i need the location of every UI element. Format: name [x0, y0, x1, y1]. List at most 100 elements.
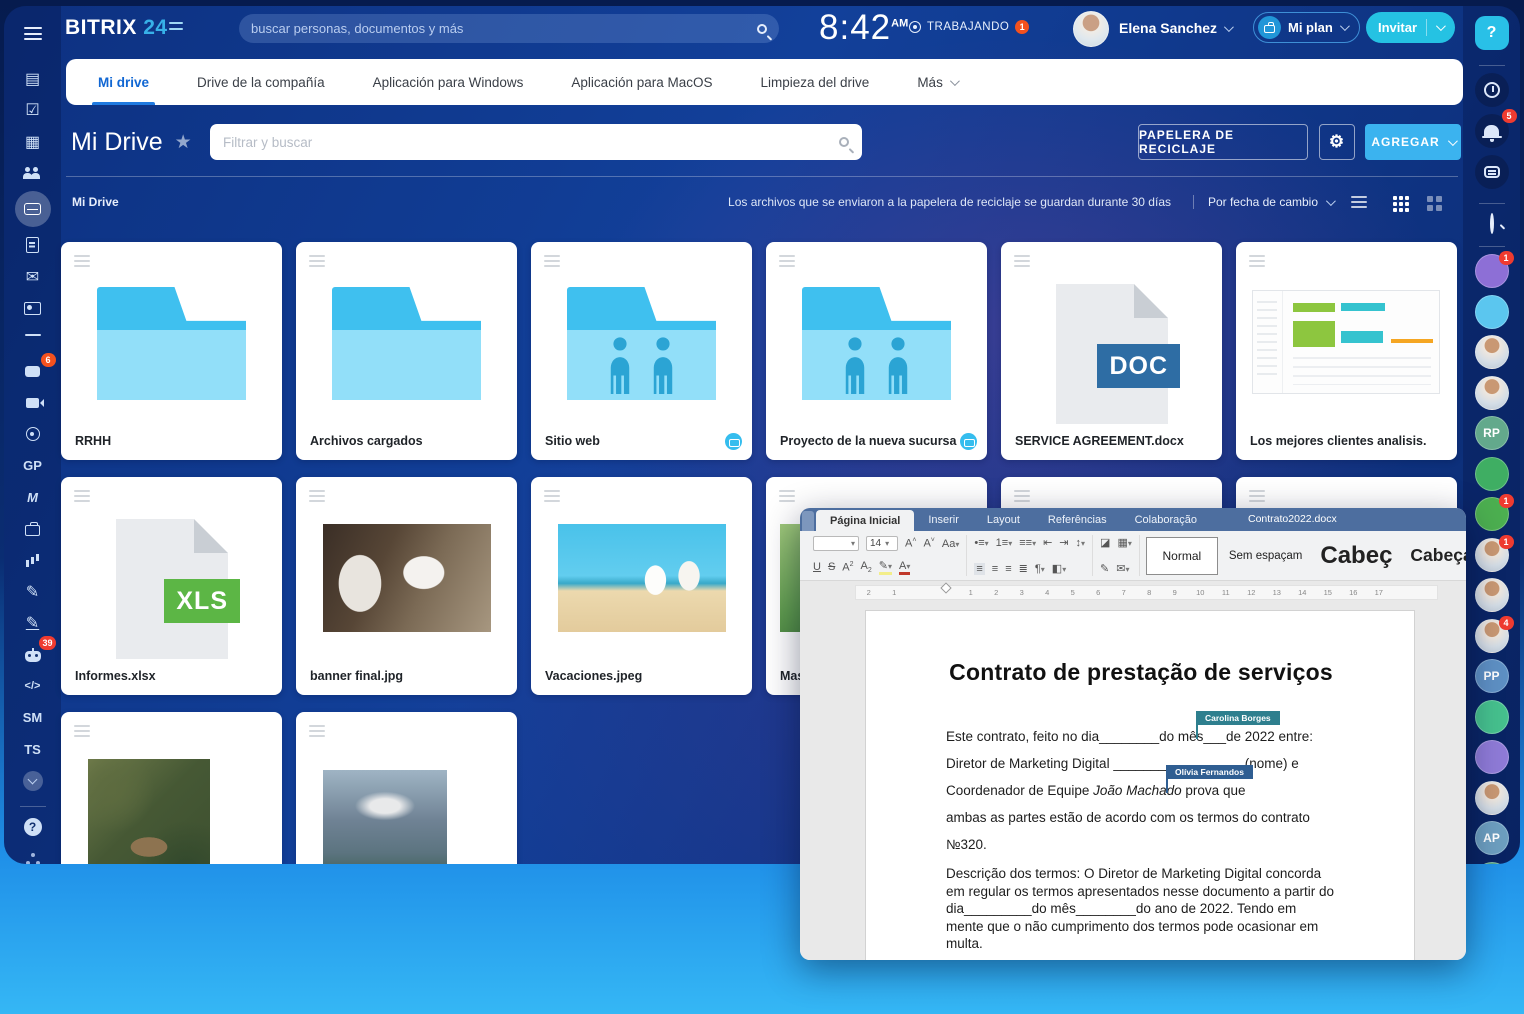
tile-menu-icon[interactable] — [779, 255, 795, 270]
tile-menu-icon[interactable] — [779, 490, 795, 505]
grid-view-icon[interactable] — [1393, 196, 1397, 200]
file-tile[interactable] — [61, 712, 282, 864]
sidebar-item-documents[interactable] — [18, 232, 48, 259]
shading-icon[interactable]: ◧▾ — [1052, 562, 1066, 575]
multilevel-list-icon[interactable]: ≡≡▾ — [1019, 537, 1036, 549]
settings-button[interactable]: ⚙ — [1319, 124, 1355, 160]
sidebar-item-ai[interactable]: 39 — [18, 641, 48, 668]
editor-tab[interactable]: Referências — [1034, 508, 1121, 531]
chat-avatar[interactable] — [1475, 578, 1509, 612]
indent-icon[interactable]: ⇥ — [1059, 536, 1068, 549]
sidebar-item-forms[interactable]: ✎ — [18, 578, 48, 605]
help-button[interactable]: ? — [1475, 16, 1509, 50]
tile-menu-icon[interactable] — [544, 490, 560, 505]
tile-menu-icon[interactable] — [309, 725, 325, 740]
chat-avatar[interactable] — [1475, 295, 1509, 329]
clock[interactable]: 8:42AM — [819, 8, 908, 48]
align-left-icon[interactable]: ≡ — [974, 563, 984, 575]
invite-button[interactable]: Invitar — [1366, 12, 1455, 43]
user-avatar[interactable] — [1073, 11, 1109, 47]
chat-avatar[interactable]: RP — [1475, 416, 1509, 450]
format-painter-icon[interactable]: ✎ — [1100, 562, 1109, 575]
chat-avatar[interactable]: DS — [1475, 862, 1509, 865]
work-status[interactable]: TRABAJANDO 1 — [909, 20, 1029, 34]
editor-tab[interactable]: Layout — [973, 508, 1034, 531]
clear-format-icon[interactable]: ◪ — [1100, 536, 1110, 549]
file-tile[interactable]: banner final.jpg — [296, 477, 517, 695]
indent-marker[interactable] — [940, 582, 951, 593]
tile-menu-icon[interactable] — [1249, 490, 1265, 505]
change-case-icon[interactable]: Aa▾ — [942, 538, 959, 550]
notifications-button[interactable]: 5 — [1475, 114, 1509, 148]
style-preview[interactable]: Cabeç — [1313, 537, 1399, 575]
sidebar-item-gp[interactable]: GP — [18, 452, 48, 479]
messenger-panel-button[interactable] — [1475, 155, 1509, 189]
sidebar-item-marketing[interactable] — [18, 421, 48, 448]
chat-avatar[interactable] — [1475, 376, 1509, 410]
font-color-icon[interactable]: A▾ — [899, 560, 910, 575]
sidebar-item-messenger[interactable]: 6 — [18, 358, 48, 385]
sidebar-item-sign[interactable]: ✎ — [18, 610, 48, 637]
tile-menu-icon[interactable] — [309, 490, 325, 505]
chat-avatar[interactable]: 1 — [1475, 538, 1509, 572]
recycle-bin-button[interactable]: PAPELERA DE RECICLAJE — [1138, 124, 1308, 160]
sidebar-item-sales-funnel[interactable] — [18, 326, 48, 353]
sort-dropdown[interactable]: Por fecha de cambio — [1193, 195, 1333, 209]
chat-avatar[interactable]: 1 — [1475, 497, 1509, 531]
file-tile[interactable]: Archivos cargados — [296, 242, 517, 460]
tile-view-icon[interactable] — [1427, 196, 1433, 202]
main-menu-button[interactable] — [18, 20, 48, 47]
underline-icon[interactable]: U — [813, 561, 821, 573]
outdent-icon[interactable]: ⇤ — [1043, 536, 1052, 549]
editor-tab[interactable]: Inserir — [914, 508, 973, 531]
drive-tab[interactable]: Aplicación para MacOS — [547, 59, 736, 105]
sidebar-item-sm[interactable]: SM — [18, 704, 48, 731]
sidebar-item-mail[interactable]: ✉ — [18, 263, 48, 290]
chat-avatar[interactable] — [1475, 457, 1509, 491]
user-menu[interactable]: Elena Sanchez — [1119, 20, 1231, 36]
filter-input[interactable] — [223, 135, 839, 150]
sidebar-item-analytics[interactable] — [18, 547, 48, 574]
file-tile[interactable]: XLS Informes.xlsx — [61, 477, 282, 695]
shrink-font-icon[interactable]: A˅ — [923, 537, 934, 550]
sidebar-more-button[interactable] — [18, 767, 48, 794]
font-size-select[interactable]: 14▾ — [866, 536, 898, 551]
sidebar-help-button[interactable]: ? — [18, 814, 48, 841]
drive-tab[interactable]: Aplicación para Windows — [349, 59, 548, 105]
drive-tab[interactable]: Más — [893, 59, 981, 105]
file-tile[interactable]: Sitio web — [531, 242, 752, 460]
chat-avatar[interactable] — [1475, 335, 1509, 369]
file-tile[interactable]: Los mejores clientes analisis.png — [1236, 242, 1457, 460]
drive-tab[interactable]: Mi drive — [74, 59, 173, 105]
sidebar-item-company[interactable] — [18, 515, 48, 542]
drive-tab[interactable]: Limpieza del drive — [737, 59, 894, 105]
editor-tab[interactable]: Página Inicial — [816, 510, 914, 531]
file-tile[interactable]: RRHH — [61, 242, 282, 460]
filter-search[interactable] — [210, 124, 862, 160]
align-right-icon[interactable]: ≡ — [1005, 563, 1011, 575]
strikethrough-icon[interactable]: S — [828, 561, 835, 573]
style-preview[interactable]: Sem espaçam — [1222, 537, 1310, 575]
sidebar-item-market[interactable]: M — [18, 484, 48, 511]
chat-avatar[interactable]: 4 — [1475, 619, 1509, 653]
numbered-list-icon[interactable]: 1≡▾ — [996, 537, 1013, 549]
chat-avatar[interactable]: 1 — [1475, 254, 1509, 288]
tile-menu-icon[interactable] — [74, 255, 90, 270]
document-page[interactable]: Contrato de prestação de serviços Este c… — [865, 610, 1415, 960]
insert-table-icon[interactable]: ▦▾ — [1117, 536, 1131, 549]
sidebar-item-developer[interactable]: </> — [18, 673, 48, 700]
global-search-input[interactable] — [251, 21, 757, 36]
style-preview[interactable]: Normal — [1146, 537, 1218, 575]
tile-menu-icon[interactable] — [1014, 255, 1030, 270]
align-center-icon[interactable]: ≡ — [992, 563, 998, 575]
global-search[interactable] — [239, 14, 779, 43]
tile-menu-icon[interactable] — [1014, 490, 1030, 505]
file-tile[interactable]: Vacaciones.jpeg — [531, 477, 752, 695]
file-tile[interactable]: DOC SERVICE AGREEMENT.docx — [1001, 242, 1222, 460]
subscript-icon[interactable]: A2 — [861, 560, 872, 574]
highlight-icon[interactable]: ✎▾ — [879, 559, 892, 575]
tile-menu-icon[interactable] — [74, 725, 90, 740]
sidebar-network-button[interactable] — [18, 845, 48, 864]
favorite-star-icon[interactable]: ★ — [175, 131, 192, 154]
list-view-icon[interactable] — [1351, 196, 1367, 208]
